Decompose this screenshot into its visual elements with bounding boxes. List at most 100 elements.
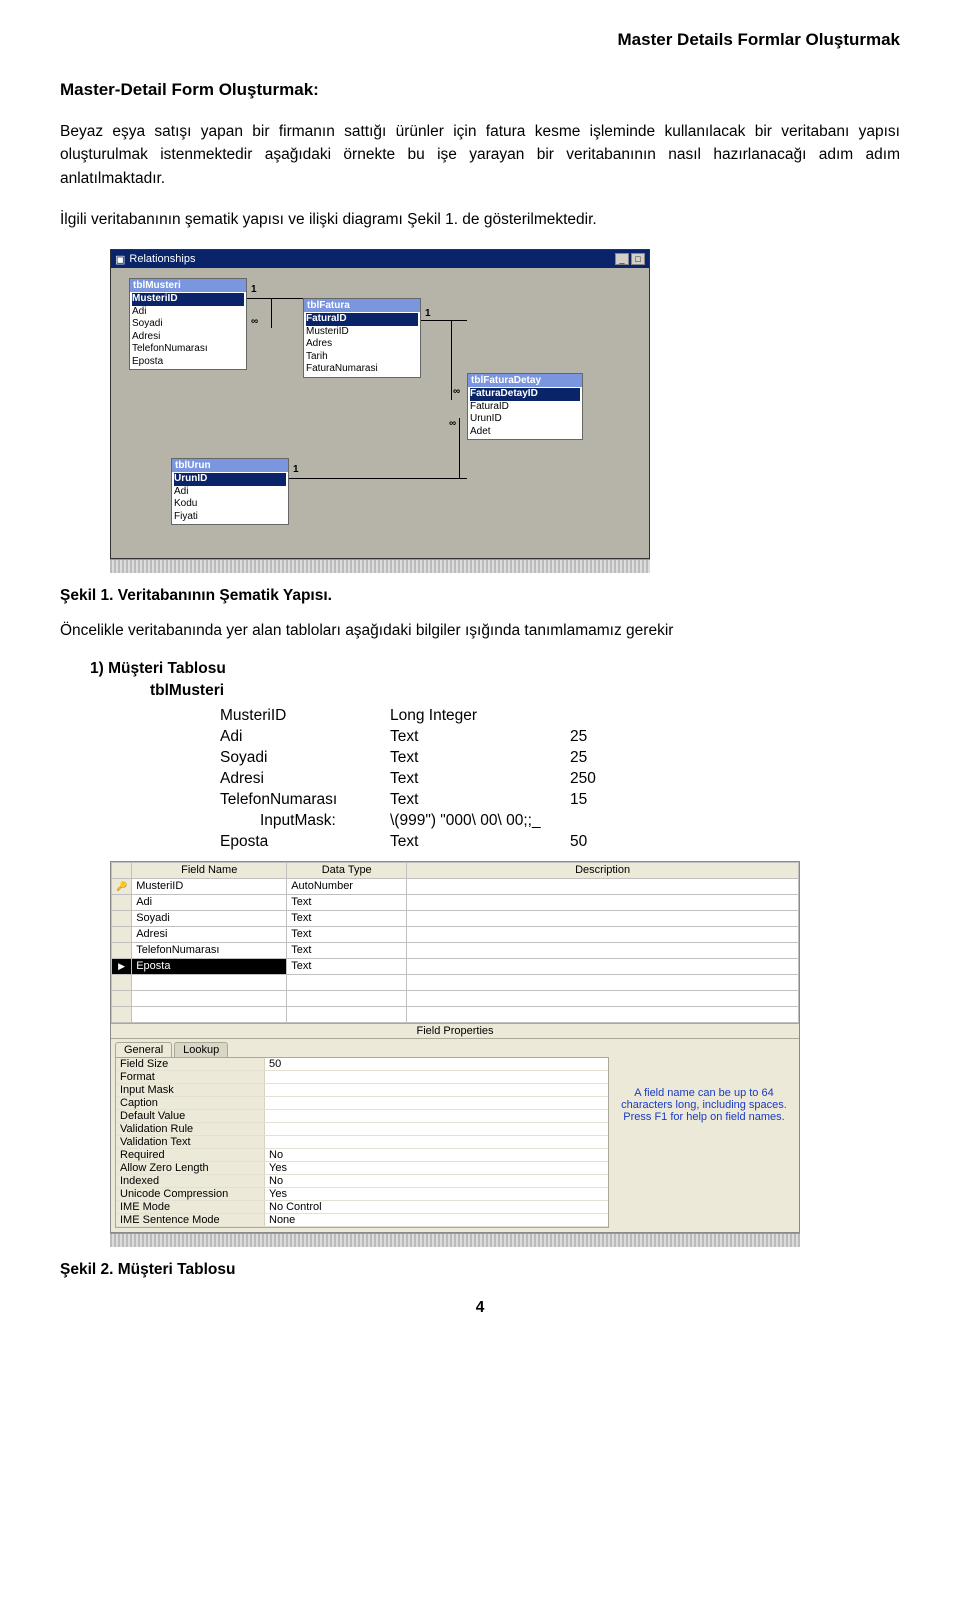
prop-value[interactable]: No <box>264 1175 608 1187</box>
row-selector[interactable] <box>112 910 132 926</box>
prop-value[interactable] <box>264 1136 608 1148</box>
field-type: Text <box>390 790 570 811</box>
field-inputmask-label: InputMask: <box>220 811 390 832</box>
cell-field-name[interactable] <box>132 974 287 990</box>
cardinality-many: ∞ <box>251 316 258 327</box>
field: Kodu <box>174 498 286 511</box>
table-tblfatura[interactable]: tblFatura FaturaID MusteriID Adres Tarih… <box>303 298 421 378</box>
field-type: Text <box>390 769 570 790</box>
minimize-button[interactable]: _ <box>615 253 629 265</box>
field: Tarih <box>306 351 418 364</box>
prop-key: Input Mask <box>116 1084 264 1096</box>
prop-key: Unicode Compression <box>116 1188 264 1200</box>
prop-value[interactable]: None <box>264 1214 608 1226</box>
paragraph-3: Öncelikle veritabanında yer alan tablola… <box>60 619 900 642</box>
design-grid[interactable]: Field Name Data Type Description 🔑Muster… <box>111 862 799 1023</box>
figure-2-caption: Şekil 2. Müşteri Tablosu <box>60 1261 900 1279</box>
table-header: tblUrun <box>172 459 288 472</box>
prop-value[interactable]: Yes <box>264 1162 608 1174</box>
cell-data-type[interactable]: Text <box>287 942 407 958</box>
cell-data-type[interactable]: Text <box>287 894 407 910</box>
cell-data-type[interactable] <box>287 974 407 990</box>
cell-field-name[interactable]: Eposta <box>132 958 287 974</box>
section-heading: Master-Detail Form Oluşturmak: <box>60 80 900 100</box>
field: Fiyati <box>174 511 286 524</box>
paragraph-1: Beyaz eşya satışı yapan bir firmanın sat… <box>60 120 900 190</box>
db-icon: ▣ <box>115 253 125 266</box>
row-selector[interactable] <box>112 974 132 990</box>
row-selector[interactable] <box>112 894 132 910</box>
field-size <box>570 706 630 727</box>
row-selector[interactable] <box>112 942 132 958</box>
field: Adresi <box>132 331 244 344</box>
prop-key: Indexed <box>116 1175 264 1187</box>
tab-general[interactable]: General <box>115 1042 172 1057</box>
cell-description[interactable] <box>407 942 799 958</box>
cell-description[interactable] <box>407 974 799 990</box>
row-selector[interactable] <box>112 990 132 1006</box>
cell-data-type[interactable]: AutoNumber <box>287 878 407 894</box>
cell-field-name[interactable]: Adresi <box>132 926 287 942</box>
pk-field: FaturaID <box>306 313 418 326</box>
field: Soyadi <box>132 318 244 331</box>
field-size: 25 <box>570 727 630 748</box>
prop-value[interactable] <box>264 1084 608 1096</box>
prop-value[interactable]: 50 <box>264 1058 608 1070</box>
row-selector[interactable]: 🔑 <box>112 878 132 894</box>
table-tblfaturadetay[interactable]: tblFaturaDetay FaturaDetayID FaturaID Ur… <box>467 373 583 440</box>
field: FaturaID <box>470 401 580 414</box>
table-tblmusteri[interactable]: tblMusteri MusteriID Adi Soyadi Adresi T… <box>129 278 247 370</box>
relationships-title-text: Relationships <box>129 253 195 265</box>
cell-field-name[interactable]: Adi <box>132 894 287 910</box>
cell-data-type[interactable]: Text <box>287 910 407 926</box>
col-description: Description <box>407 862 799 878</box>
cell-field-name[interactable]: TelefonNumarası <box>132 942 287 958</box>
table-tblurun[interactable]: tblUrun UrunID Adi Kodu Fiyati <box>171 458 289 525</box>
cell-description[interactable] <box>407 910 799 926</box>
cell-data-type[interactable]: Text <box>287 926 407 942</box>
prop-value[interactable] <box>264 1123 608 1135</box>
cell-field-name[interactable] <box>132 990 287 1006</box>
cell-description[interactable] <box>407 926 799 942</box>
cell-field-name[interactable]: Soyadi <box>132 910 287 926</box>
field-properties-title: Field Properties <box>111 1023 799 1039</box>
prop-value[interactable] <box>264 1071 608 1083</box>
cell-data-type[interactable] <box>287 990 407 1006</box>
list-item-1: 1) Müşteri Tablosu <box>90 660 900 678</box>
prop-value[interactable]: Yes <box>264 1188 608 1200</box>
paragraph-2: İlgili veritabanının şematik yapısı ve i… <box>60 208 900 231</box>
field: Eposta <box>132 356 244 369</box>
prop-value[interactable] <box>264 1097 608 1109</box>
table-header: tblMusteri <box>130 279 246 292</box>
cell-description[interactable] <box>407 990 799 1006</box>
cell-description[interactable] <box>407 894 799 910</box>
relationships-figure: ▣ Relationships _ □ tblMusteri MusteriID… <box>110 249 900 573</box>
cardinality-many: ∞ <box>449 418 456 429</box>
row-selector[interactable]: ▶ <box>112 958 132 974</box>
field: TelefonNumarası <box>132 343 244 356</box>
prop-key: Validation Rule <box>116 1123 264 1135</box>
field-name: TelefonNumarası <box>220 790 390 811</box>
row-selector[interactable] <box>112 1006 132 1022</box>
row-selector[interactable] <box>112 926 132 942</box>
figure-shadow <box>110 559 650 573</box>
table-header: tblFatura <box>304 299 420 312</box>
prop-value[interactable]: No <box>264 1149 608 1161</box>
cell-description[interactable] <box>407 878 799 894</box>
maximize-button[interactable]: □ <box>631 253 645 265</box>
cell-data-type[interactable]: Text <box>287 958 407 974</box>
cell-description[interactable] <box>407 958 799 974</box>
field-size: 15 <box>570 790 630 811</box>
tab-lookup[interactable]: Lookup <box>174 1042 228 1057</box>
cell-data-type[interactable] <box>287 1006 407 1022</box>
field-inputmask-value: \(999") "000\ 00\ 00;;_ <box>390 811 570 832</box>
relation-line <box>459 418 460 479</box>
cell-field-name[interactable] <box>132 1006 287 1022</box>
prop-value[interactable]: No Control <box>264 1201 608 1213</box>
cell-field-name[interactable]: MusteriID <box>132 878 287 894</box>
cell-description[interactable] <box>407 1006 799 1022</box>
prop-key: Validation Text <box>116 1136 264 1148</box>
pk-field: FaturaDetayID <box>470 388 580 401</box>
prop-value[interactable] <box>264 1110 608 1122</box>
figure-1-caption: Şekil 1. Veritabanının Şematik Yapısı. <box>60 587 900 605</box>
